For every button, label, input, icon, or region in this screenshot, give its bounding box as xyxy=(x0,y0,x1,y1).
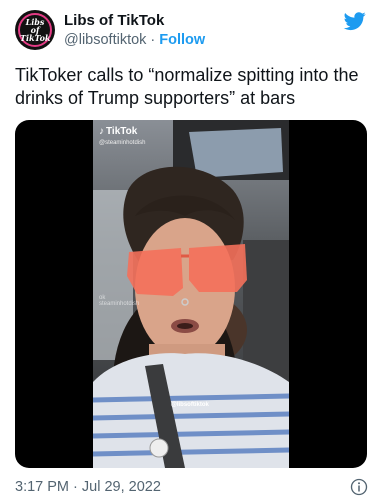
tiktok-note-icon: ♪ xyxy=(99,126,104,137)
display-name[interactable]: Libs of TikTok xyxy=(64,12,205,30)
tiktok-logo: ♪ TikTok xyxy=(99,126,137,137)
avatar-logo: Libs of TikTok xyxy=(20,18,50,42)
tweet-header: Libs of TikTok Libs of TikTok @libsoftik… xyxy=(15,10,368,56)
info-icon[interactable] xyxy=(350,478,368,496)
tiktok-username: @steaminhotdish xyxy=(99,140,146,146)
tiktok-watermark-user: steaminhotdish xyxy=(99,301,140,307)
follow-button[interactable]: Follow xyxy=(159,32,205,48)
handle-line: @libsoftiktok · Follow xyxy=(64,31,205,49)
avatar[interactable]: Libs of TikTok xyxy=(15,10,55,50)
tiktok-logo-label: TikTok xyxy=(106,126,138,137)
video-credit: @libsoftiktok xyxy=(171,402,209,408)
video-frame[interactable]: ♪ TikTok @steaminhotdish ok steaminhotdi… xyxy=(93,120,289,468)
tweet-media[interactable]: ♪ TikTok @steaminhotdish ok steaminhotdi… xyxy=(15,120,367,468)
separator-dot: · xyxy=(150,32,156,48)
timestamp[interactable]: 3:17 PM · Jul 29, 2022 xyxy=(15,478,368,496)
handle[interactable]: @libsoftiktok xyxy=(64,32,146,48)
user-block: Libs of TikTok @libsoftiktok · Follow xyxy=(64,12,205,49)
tweet-footer: 3:17 PM · Jul 29, 2022 xyxy=(15,478,368,496)
avatar-logo-line2: TikTok xyxy=(20,33,51,43)
tweet-text: TikToker calls to “normalize spitting in… xyxy=(15,65,359,108)
video-still xyxy=(93,120,289,468)
tiktok-watermark: ok steaminhotdish xyxy=(99,295,139,307)
twitter-bird-icon[interactable] xyxy=(342,10,368,32)
